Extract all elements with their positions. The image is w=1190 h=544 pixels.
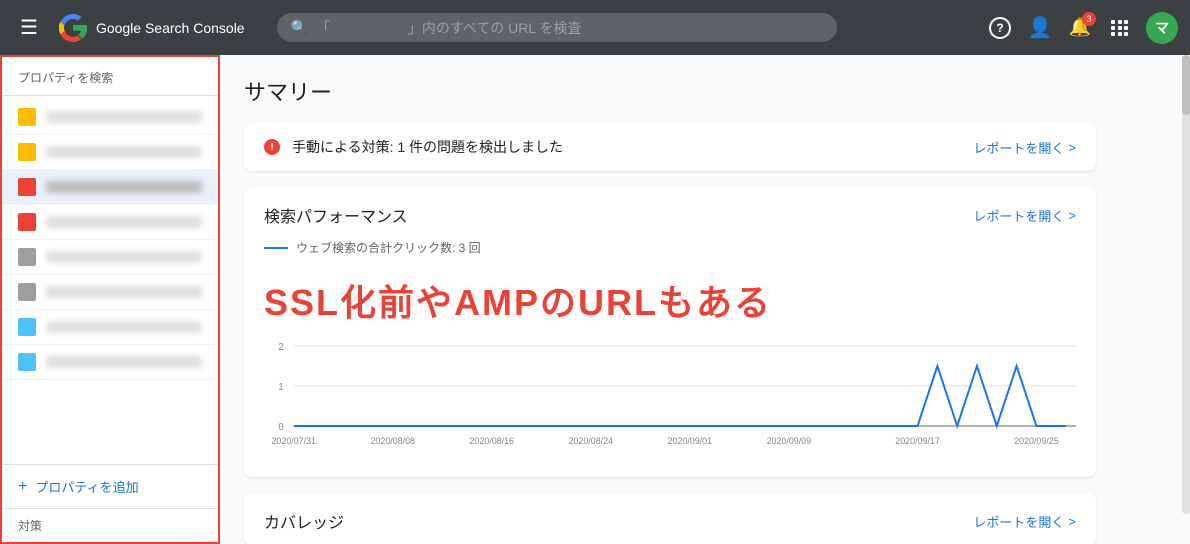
property-name [46,216,202,228]
search-performance-link[interactable]: レポートを開く > [973,206,1076,225]
alert-card: ! 手動による対策: 1 件の問題を検出しました レポートを開く > [244,123,1096,171]
notification-badge: 3 [1082,12,1096,26]
property-icon [18,213,36,231]
property-name [46,181,202,193]
search-icon: 🔍 [291,19,308,36]
section-header: 検索パフォーマンス レポートを開く > [244,187,1096,239]
property-icon [18,143,36,161]
sidebar-search-label: プロパティを検索 [18,71,113,85]
list-item[interactable] [2,100,218,135]
property-icon [18,283,36,301]
property-icon [18,353,36,371]
chart-svg: 2 1 0 2020/07/31 2020/08/08 2020/08/16 2… [264,336,1076,456]
svg-text:2020/09/25: 2020/09/25 [1014,436,1059,446]
svg-text:2020/09/01: 2020/09/01 [668,436,713,446]
property-name [46,356,202,368]
coverage-link-text: レポートを開く [973,512,1064,531]
apps-icon [1111,20,1129,36]
header: ☰ Google Search Console 🔍 ? 👤 🔔 3 [0,0,1190,55]
chart-container: ウェブ検索の合計クリック数: 3 回 SSL化前やAMPのURLもある 2 1 … [244,239,1096,477]
search-performance-link-arrow: > [1068,208,1076,223]
coverage-title: カバレッジ [264,509,344,533]
search-performance-card: 検索パフォーマンス レポートを開く > ウェブ検索の合計クリック数: 3 回 S… [244,187,1096,477]
svg-text:2020/09/09: 2020/09/09 [767,436,812,446]
property-list [2,96,218,464]
main-layout: プロパティを検索 [0,55,1190,544]
scrollbar[interactable] [1182,55,1190,514]
property-name [46,146,202,158]
coverage-link-arrow: > [1068,514,1076,529]
user-avatar[interactable]: マ [1146,12,1178,44]
account-icon: 👤 [1028,15,1053,40]
property-icon [18,178,36,196]
header-icons: ? 👤 🔔 3 マ [982,10,1178,46]
search-bar[interactable]: 🔍 [277,13,837,42]
alert-left: ! 手動による対策: 1 件の問題を検出しました [264,137,563,157]
list-item[interactable] [2,345,218,380]
account-button[interactable]: 👤 [1022,10,1058,46]
search-performance-title: 検索パフォーマンス [264,203,408,227]
coverage-section-header: カバレッジ レポートを開く > [244,493,1096,544]
menu-icon[interactable]: ☰ [12,7,46,48]
list-item[interactable] [2,170,218,205]
legend-line [264,247,288,249]
svg-text:0: 0 [278,422,284,433]
alert-link-text: レポートを開く [973,138,1064,157]
property-name [46,321,202,333]
alert-message: 手動による対策: 1 件の問題を検出しました [292,137,563,157]
sidebar-search-area: プロパティを検索 [2,57,218,96]
help-button[interactable]: ? [982,10,1018,46]
scrollbar-thumb[interactable] [1182,55,1190,115]
svg-text:2: 2 [278,342,284,353]
logo-text: Google Search Console [96,20,245,36]
page-title: サマリー [244,75,1096,107]
svg-text:2020/09/17: 2020/09/17 [895,436,940,446]
property-icon [18,108,36,126]
list-item[interactable] [2,275,218,310]
apps-button[interactable] [1102,10,1138,46]
add-property-button[interactable]: + プロパティを追加 [2,464,218,508]
alert-report-link[interactable]: レポートを開く > [973,138,1076,157]
sidebar-bottom-label: 対策 [2,508,218,542]
svg-text:2020/08/08: 2020/08/08 [370,436,415,446]
app-logo: Google Search Console [58,13,245,43]
list-item[interactable] [2,310,218,345]
search-input[interactable] [316,20,823,36]
alert-icon: ! [264,139,280,155]
svg-text:2020/08/24: 2020/08/24 [569,436,614,446]
add-property-label: プロパティを追加 [35,477,138,496]
plus-icon: + [18,478,27,496]
list-item[interactable] [2,205,218,240]
chart-watermark: SSL化前やAMPのURLもある [264,264,1076,336]
sidebar: プロパティを検索 [0,55,220,544]
search-performance-link-text: レポートを開く [973,206,1064,225]
coverage-card: カバレッジ レポートを開く > [244,493,1096,544]
coverage-link[interactable]: レポートを開く > [973,512,1076,531]
svg-text:2020/08/16: 2020/08/16 [469,436,514,446]
svg-text:1: 1 [278,382,284,393]
legend-text: ウェブ検索の合計クリック数: 3 回 [296,239,481,256]
notification-button[interactable]: 🔔 3 [1062,10,1098,46]
list-item[interactable] [2,135,218,170]
help-icon: ? [989,17,1011,39]
property-name [46,251,202,263]
chart-legend: ウェブ検索の合計クリック数: 3 回 [264,239,1076,256]
property-name [46,111,202,123]
property-icon [18,248,36,266]
main-content: サマリー ! 手動による対策: 1 件の問題を検出しました レポートを開く > … [220,55,1190,544]
property-icon [18,318,36,336]
property-name [46,286,202,298]
list-item[interactable] [2,240,218,275]
svg-text:2020/07/31: 2020/07/31 [271,436,316,446]
alert-link-arrow: > [1068,140,1076,155]
